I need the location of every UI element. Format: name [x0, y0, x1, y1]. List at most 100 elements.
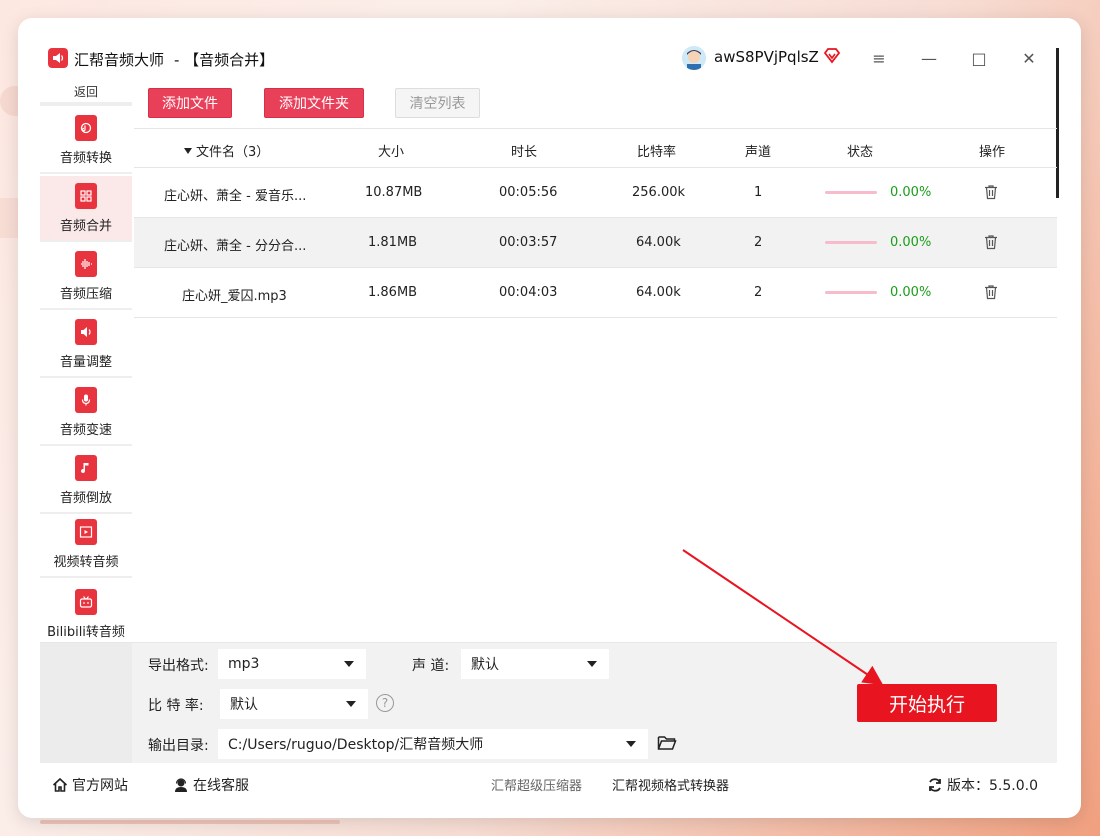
file-bitrate: 64.00k — [636, 285, 681, 300]
column-header-actions: 操作 — [979, 145, 1006, 160]
bilibili-icon — [75, 589, 97, 615]
column-header-size: 大小 — [378, 145, 405, 160]
column-header-bitrate: 比特率 — [637, 145, 677, 160]
column-header-status: 状态 — [847, 145, 874, 160]
vip-diamond-icon[interactable] — [822, 46, 842, 66]
progress-percent: 0.00% — [890, 235, 932, 250]
sidebar: 返回 音频转换 音频合并 音频压缩 音量调整 音频变速 音频倒放 视频转音频 B… — [40, 80, 132, 640]
video-converter-link[interactable]: 汇帮视频格式转换器 — [612, 775, 729, 794]
channel-label: 声 道: — [412, 658, 450, 674]
sidebar-item-bilibili[interactable]: Bilibili转音频 — [40, 580, 132, 646]
help-icon[interactable]: ? — [376, 694, 394, 712]
delete-icon[interactable] — [984, 184, 998, 200]
file-duration: 00:05:56 — [499, 185, 558, 200]
bitrate-value: 默认 — [230, 697, 258, 713]
file-size: 1.81MB — [368, 235, 418, 250]
column-header-filename[interactable]: 文件名（3） — [184, 141, 269, 160]
module-title: - 【音频合并】 — [174, 51, 275, 69]
delete-icon[interactable] — [984, 234, 998, 250]
progress-percent: 0.00% — [890, 185, 932, 200]
bitrate-label: 比 特 率: — [148, 698, 204, 714]
sidebar-item-label: 音频变速 — [59, 423, 112, 438]
bitrate-select[interactable]: 默认 — [220, 689, 368, 719]
sidebar-item-label: 音频合并 — [59, 219, 112, 234]
title-bar: 汇帮音频大师 - 【音频合并】 awS8PVjPqlsZ ≡ — □ ✕ — [18, 18, 1081, 98]
output-directory-select[interactable]: C:/Users/ruguo/Desktop/汇帮音频大师 — [218, 729, 648, 759]
footer: 官方网站 在线客服 汇帮超级压缩器 汇帮视频格式转换器 版本：5.5.0.0 — [18, 763, 1081, 803]
table-row[interactable]: 庄心妍、萧全 - 分分合... 1.81MB 00:03:57 64.00k 2… — [134, 218, 1057, 268]
audio-speed-icon — [75, 387, 97, 413]
back-button[interactable]: 返回 — [40, 80, 132, 106]
sidebar-item-audio-speed[interactable]: 音频变速 — [40, 380, 132, 446]
official-website-link[interactable]: 官方网站 — [52, 775, 128, 795]
online-support-label: 在线客服 — [193, 778, 249, 794]
sidebar-filler — [40, 643, 132, 763]
clear-list-button[interactable]: 清空列表 — [395, 88, 480, 118]
progress-percent: 0.00% — [890, 285, 932, 300]
file-size: 1.86MB — [368, 285, 418, 300]
volume-adjust-icon — [75, 319, 97, 345]
audio-convert-icon — [75, 115, 97, 141]
minimize-icon[interactable]: — — [919, 48, 939, 68]
sidebar-item-audio-merge[interactable]: 音频合并 — [40, 176, 132, 242]
refresh-icon — [929, 778, 941, 792]
version-info: 版本：5.5.0.0 — [927, 775, 1038, 795]
column-header-label: 文件名（3） — [196, 145, 270, 160]
add-file-button[interactable]: 添加文件 — [148, 88, 232, 118]
menu-icon[interactable]: ≡ — [869, 48, 889, 68]
app-window: 汇帮音频大师 - 【音频合并】 awS8PVjPqlsZ ≡ — □ ✕ 返回 … — [18, 18, 1081, 818]
sidebar-item-label: 音频转换 — [59, 151, 112, 166]
audio-reverse-icon — [75, 455, 97, 481]
file-name: 庄心妍、萧全 - 分分合... — [164, 239, 307, 254]
column-header-channels: 声道 — [745, 145, 772, 160]
file-bitrate: 64.00k — [636, 235, 681, 250]
super-compressor-link[interactable]: 汇帮超级压缩器 — [491, 775, 582, 794]
sidebar-item-label: 音频压缩 — [59, 287, 112, 302]
sidebar-item-audio-reverse[interactable]: 音频倒放 — [40, 448, 132, 514]
file-duration: 00:03:57 — [499, 235, 558, 250]
sidebar-item-label: 音频倒放 — [59, 491, 112, 506]
format-select[interactable]: mp3 — [218, 649, 366, 679]
sidebar-item-audio-compress[interactable]: 音频压缩 — [40, 244, 132, 310]
progress-bar — [825, 241, 877, 244]
sidebar-item-video-to-audio[interactable]: 视频转音频 — [40, 516, 132, 578]
table-row[interactable]: 庄心妍_爱囚.mp3 1.86MB 00:04:03 64.00k 2 0.00… — [134, 268, 1057, 318]
avatar[interactable] — [682, 46, 706, 70]
video-to-audio-icon — [75, 519, 97, 545]
sidebar-item-volume-adjust[interactable]: 音量调整 — [40, 312, 132, 378]
support-agent-icon — [175, 778, 187, 792]
sidebar-item-audio-convert[interactable]: 音频转换 — [40, 108, 132, 174]
format-value: mp3 — [228, 656, 260, 672]
sidebar-item-label: Bilibili转音频 — [47, 625, 125, 640]
file-name: 庄心妍_爱囚.mp3 — [182, 289, 287, 304]
sort-down-icon — [184, 147, 192, 154]
file-table: 文件名（3） 大小 时长 比特率 声道 状态 操作 庄心妍、萧全 - 爱音乐..… — [134, 128, 1057, 318]
version-label: 版本：5.5.0.0 — [947, 778, 1038, 794]
channel-select[interactable]: 默认 — [461, 649, 609, 679]
file-channels: 1 — [754, 185, 763, 200]
chevron-down-icon — [344, 661, 354, 667]
start-button[interactable]: 开始执行 — [857, 684, 997, 722]
home-icon — [52, 777, 68, 792]
sidebar-item-label: 音量调整 — [59, 355, 112, 370]
output-label: 输出目录: — [148, 738, 209, 754]
chevron-down-icon — [626, 741, 636, 747]
add-folder-button[interactable]: 添加文件夹 — [264, 88, 364, 118]
audio-merge-icon — [75, 183, 97, 209]
progress-bar — [825, 291, 877, 294]
delete-icon[interactable] — [984, 284, 998, 300]
output-directory-value: C:/Users/ruguo/Desktop/汇帮音频大师 — [228, 737, 484, 753]
online-support-link[interactable]: 在线客服 — [173, 775, 249, 795]
file-channels: 2 — [754, 285, 763, 300]
file-size: 10.87MB — [365, 185, 423, 200]
chevron-down-icon — [346, 701, 356, 707]
table-row[interactable]: 庄心妍、萧全 - 爱音乐... 10.87MB 00:05:56 256.00k… — [134, 168, 1057, 218]
username[interactable]: awS8PVjPqlsZ — [714, 48, 819, 66]
folder-open-icon[interactable] — [657, 734, 677, 752]
close-icon[interactable]: ✕ — [1019, 48, 1039, 68]
file-channels: 2 — [754, 235, 763, 250]
column-header-duration: 时长 — [511, 145, 538, 160]
maximize-icon[interactable]: □ — [969, 48, 989, 68]
official-website-label: 官方网站 — [72, 778, 128, 794]
format-label: 导出格式: — [148, 658, 209, 674]
